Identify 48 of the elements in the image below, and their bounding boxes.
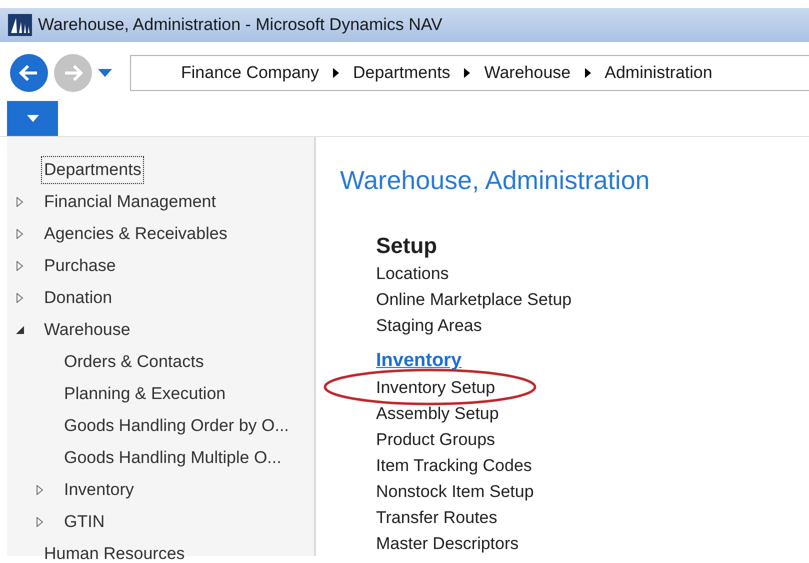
tree-item[interactable]: Financial Management — [41, 188, 219, 216]
action-link[interactable]: Item Tracking Codes — [376, 456, 532, 475]
section-heading: Setup — [376, 232, 438, 260]
back-button[interactable] — [10, 54, 48, 92]
expand-triangle-icon[interactable] — [15, 261, 25, 271]
separator-arrow-icon — [464, 68, 470, 78]
collapse-triangle-icon[interactable] — [15, 325, 25, 335]
action-link[interactable]: Locations — [376, 264, 449, 283]
tree-item[interactable]: GTIN — [61, 508, 108, 536]
page-title: Warehouse, Administration — [340, 164, 651, 197]
forward-arrow-icon — [63, 64, 83, 82]
tree-item[interactable]: Agencies & Receivables — [41, 220, 230, 248]
action-link[interactable]: Nonstock Item Setup — [376, 482, 534, 501]
action-link[interactable]: Product Groups — [376, 430, 496, 449]
tree-item[interactable]: Inventory — [61, 476, 137, 504]
expand-triangle-icon[interactable] — [15, 293, 25, 303]
tree-item[interactable]: Goods Handling Multiple O... — [61, 444, 284, 472]
breadcrumb-item[interactable]: Finance Company — [181, 60, 319, 86]
action-link[interactable]: Assembly Setup — [376, 404, 499, 423]
caret-icon — [26, 115, 38, 122]
section-heading[interactable]: Inventory — [376, 347, 462, 375]
menu-dropdown-button[interactable] — [7, 101, 58, 136]
tree-item[interactable]: Human Resources — [41, 540, 188, 563]
action-link[interactable]: Master Descriptors — [376, 534, 519, 553]
dropdown-caret-icon[interactable] — [98, 69, 112, 77]
expand-triangle-icon[interactable] — [35, 485, 45, 495]
separator-arrow-icon — [584, 68, 591, 78]
breadcrumb-item[interactable]: Warehouse — [484, 60, 571, 86]
action-link[interactable]: Online Marketplace Setup — [376, 290, 572, 309]
separator-arrow-icon — [332, 68, 339, 78]
tree-item[interactable]: Departments — [41, 156, 144, 184]
tree-item[interactable]: Goods Handling Order by O... — [61, 412, 292, 440]
tree-item[interactable]: Donation — [41, 284, 116, 312]
action-link[interactable]: Transfer Routes — [376, 508, 498, 527]
expand-triangle-icon[interactable] — [35, 517, 45, 527]
expand-triangle-icon[interactable] — [15, 229, 25, 239]
expand-triangle-icon[interactable] — [15, 197, 25, 207]
breadcrumb-item[interactable]: Administration — [604, 60, 712, 86]
breadcrumb-item[interactable]: Departments — [352, 60, 450, 86]
tree-item[interactable]: Warehouse — [41, 316, 134, 344]
back-arrow-icon — [19, 64, 39, 82]
app-logo-icon — [8, 14, 32, 36]
address-bar[interactable]: Finance Company Departments Warehouse Administration — [130, 55, 809, 91]
action-link[interactable]: Staging Areas — [376, 316, 482, 335]
tree-item[interactable]: Purchase — [41, 252, 119, 280]
tree-item[interactable]: Orders & Contacts — [61, 348, 207, 376]
tree-item[interactable]: Planning & Execution — [61, 380, 229, 408]
window-title: Warehouse, Administration - Microsoft Dynamics NAV — [38, 14, 442, 36]
